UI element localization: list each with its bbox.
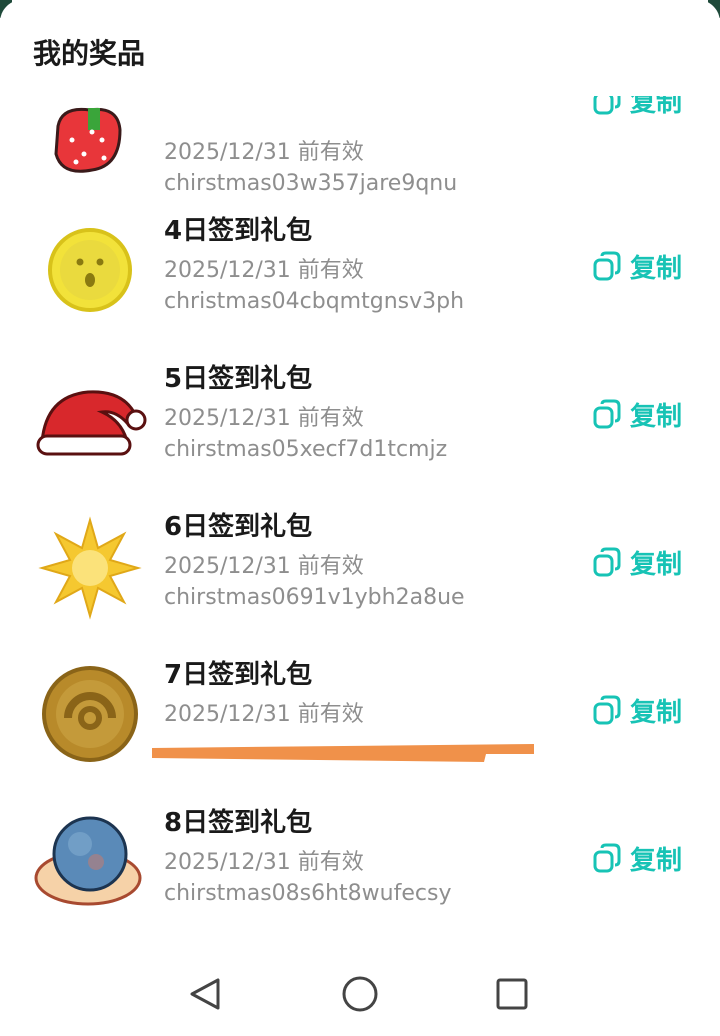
copy-label: 复制 [630,549,683,580]
prize-code: chirstmas0691v1ybh2a8ue [164,585,465,610]
copy-button[interactable]: 复制 [592,394,682,434]
copy-icon [593,399,621,429]
copy-button[interactable]: 复制 [592,542,682,582]
prize-item: 4日签到礼包 2025/12/31 前有效 christmas04cbqmtgn… [0,194,720,342]
globe-shell-icon [34,816,142,906]
santa-hat-icon [36,390,147,456]
copy-icon [593,695,621,725]
home-circle-icon[interactable] [340,974,380,1014]
prize-expiry: 2025/12/31 前有效 [164,702,364,727]
prize-item: 6日签到礼包 2025/12/31 前有效 chirstmas0691v1ybh… [0,490,720,638]
prize-list[interactable]: 2025/12/31 前有效 chirstmas03w357jare9qnu 复… [0,96,720,936]
copy-button[interactable]: 复制 [592,96,682,120]
yellow-face-coin-icon [48,228,132,312]
prize-code: chirstmas05xecf7d1tcmjz [164,437,448,462]
prize-code: chirstmas03w357jare9qnu [164,171,458,196]
bronze-coin-icon [42,666,138,762]
prize-title: 7日签到礼包 [164,660,313,690]
prize-title: 5日签到礼包 [164,364,313,394]
prize-title: 6日签到礼包 [164,512,313,542]
prize-expiry: 2025/12/31 前有效 [164,258,364,283]
star-burst-icon [38,516,142,620]
prize-code: chirstmas08s6ht8wufecsy [164,881,452,906]
prize-expiry: 2025/12/31 前有效 [164,850,364,875]
prize-code: christmas04cbqmtgnsv3ph [164,289,465,314]
copy-label: 复制 [630,96,683,118]
copy-icon [593,843,621,873]
page-title: 我的奖品 [33,37,146,70]
copy-label: 复制 [630,401,683,432]
copy-icon [593,547,621,577]
copy-label: 复制 [630,253,683,284]
copy-label: 复制 [630,845,683,876]
copy-icon [593,96,621,115]
prize-sheet: 我的奖品 2025/12/31 前有效 chirstmas03w357jare9… [0,0,720,1036]
prize-title: 4日签到礼包 [164,216,313,246]
prize-expiry: 2025/12/31 前有效 [164,406,364,431]
system-nav-bar [0,946,720,1036]
strawberry-icon [54,107,122,173]
prize-expiry: 2025/12/31 前有效 [164,554,364,579]
prize-item: 5日签到礼包 2025/12/31 前有效 chirstmas05xecf7d1… [0,342,720,490]
copy-button[interactable]: 复制 [592,838,682,878]
prize-item: 8日签到礼包 2025/12/31 前有效 chirstmas08s6ht8wu… [0,786,720,934]
back-triangle-icon[interactable] [186,974,226,1014]
recent-square-icon[interactable] [492,974,532,1014]
copy-button[interactable]: 复制 [592,690,682,730]
copy-button[interactable]: 复制 [592,246,682,286]
redaction-mark [152,744,534,762]
prize-title: 8日签到礼包 [164,808,313,838]
copy-icon [593,251,621,281]
copy-label: 复制 [630,697,683,728]
prize-expiry: 2025/12/31 前有效 [164,140,364,165]
